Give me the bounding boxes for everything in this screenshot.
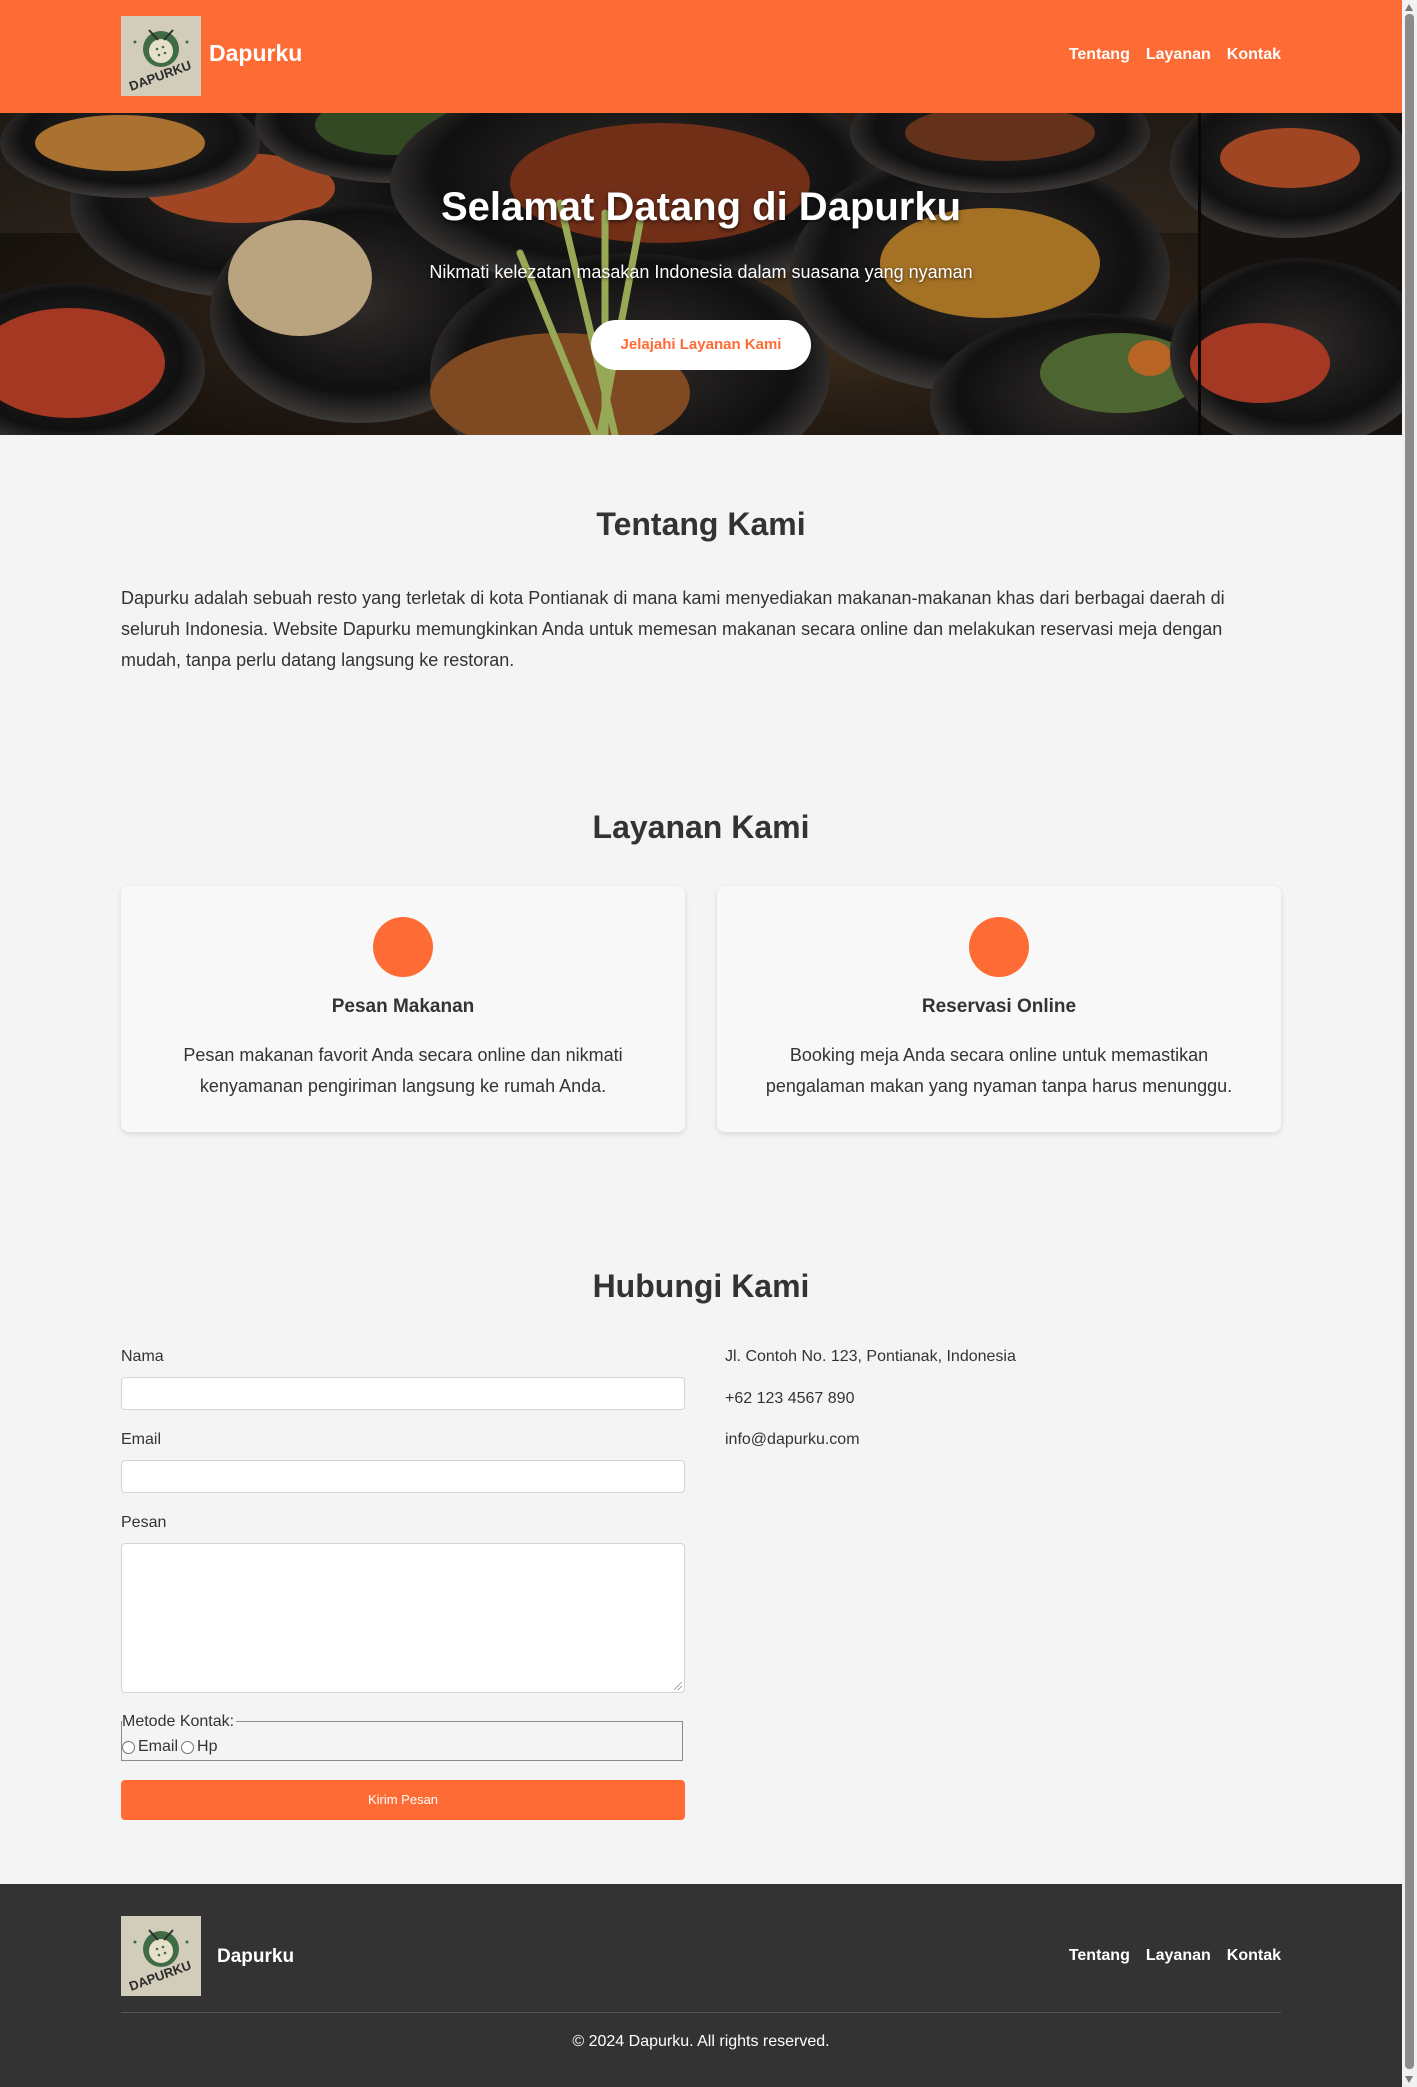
brand-name[interactable]: Dapurku — [209, 40, 302, 67]
service-description: Pesan makanan favorit Anda secara online… — [183, 1045, 623, 1096]
service-description: Booking meja Anda secara online untuk me… — [765, 1045, 1233, 1096]
radio-hp-label[interactable]: Hp — [197, 1738, 217, 1756]
contact-method-legend: Metode Kontak: — [122, 1713, 237, 1731]
hero-banner: Selamat Datang di Dapurku Nikmati keleza… — [0, 113, 1402, 435]
about-title: Tentang Kami — [596, 506, 806, 542]
resize-handle-icon[interactable] — [674, 1682, 682, 1690]
services-title: Layanan Kami — [592, 809, 810, 845]
page: DAPURKU Dapurku Tentang Layanan Kontak S… — [0, 0, 1402, 2087]
service-icon — [969, 917, 1029, 977]
explore-services-button[interactable]: Jelajahi Layanan Kami — [591, 320, 811, 370]
radio-hp[interactable] — [181, 1740, 195, 1754]
service-title: Pesan Makanan — [331, 996, 475, 1017]
contact-method-options: Email Hp — [122, 1738, 217, 1756]
name-input[interactable] — [121, 1377, 685, 1410]
footer-logo[interactable]: DAPURKU — [121, 1916, 201, 1996]
site-header: DAPURKU Dapurku Tentang Layanan Kontak — [0, 0, 1402, 113]
name-label: Nama — [121, 1348, 164, 1365]
vertical-scrollbar[interactable] — [1402, 0, 1417, 2087]
radio-email-label[interactable]: Email — [138, 1738, 178, 1756]
dapurku-logo[interactable]: DAPURKU — [121, 16, 201, 96]
contact-title: Hubungi Kami — [592, 1268, 810, 1304]
email-label: Email — [121, 1431, 162, 1448]
footer-brand: Dapurku — [217, 1946, 295, 1967]
email-input[interactable] — [121, 1460, 685, 1493]
scrollbar-thumb[interactable] — [1405, 14, 1414, 2069]
service-card-order[interactable]: Pesan Makanan Pesan makanan favorit Anda… — [121, 886, 685, 1132]
contact-phone: +62 123 4567 890 — [725, 1390, 855, 1407]
copyright-text: © 2024 Dapurku. All rights reserved. — [572, 2033, 830, 2050]
about-text: Dapurku adalah sebuah resto yang terleta… — [121, 588, 1225, 670]
service-card-reservation[interactable]: Reservasi Online Booking meja Anda secar… — [717, 886, 1281, 1132]
footer-nav: Tentang Layanan Kontak — [1069, 1947, 1281, 1965]
message-label: Pesan — [121, 1514, 167, 1531]
radio-email[interactable] — [122, 1740, 135, 1754]
contact-email: info@dapurku.com — [725, 1431, 860, 1448]
site-footer: DAPURKU Dapurku Tentang Layanan Kontak ©… — [0, 1884, 1402, 2087]
nav-link-kontak[interactable]: Kontak — [1227, 46, 1281, 64]
contact-address: Jl. Contoh No. 123, Pontianak, Indonesia — [725, 1348, 1016, 1365]
message-textarea[interactable] — [121, 1543, 685, 1693]
nav-link-tentang[interactable]: Tentang — [1069, 46, 1130, 64]
main-nav: Tentang Layanan Kontak — [1069, 46, 1281, 64]
scroll-up-arrow-icon[interactable] — [1405, 4, 1413, 11]
service-title: Reservasi Online — [921, 996, 1077, 1017]
scroll-down-arrow-icon[interactable] — [1405, 2076, 1413, 2083]
footer-link-tentang[interactable]: Tentang — [1069, 1947, 1130, 1965]
footer-divider — [121, 2012, 1281, 2013]
footer-link-kontak[interactable]: Kontak — [1227, 1947, 1281, 1965]
hero-subtitle: Nikmati kelezatan masakan Indonesia dala… — [429, 262, 973, 282]
hero-title: Selamat Datang di Dapurku — [440, 185, 962, 229]
service-icon — [373, 917, 433, 977]
footer-link-layanan[interactable]: Layanan — [1146, 1947, 1211, 1965]
nav-link-layanan[interactable]: Layanan — [1146, 46, 1211, 64]
submit-button[interactable]: Kirim Pesan — [121, 1780, 685, 1820]
